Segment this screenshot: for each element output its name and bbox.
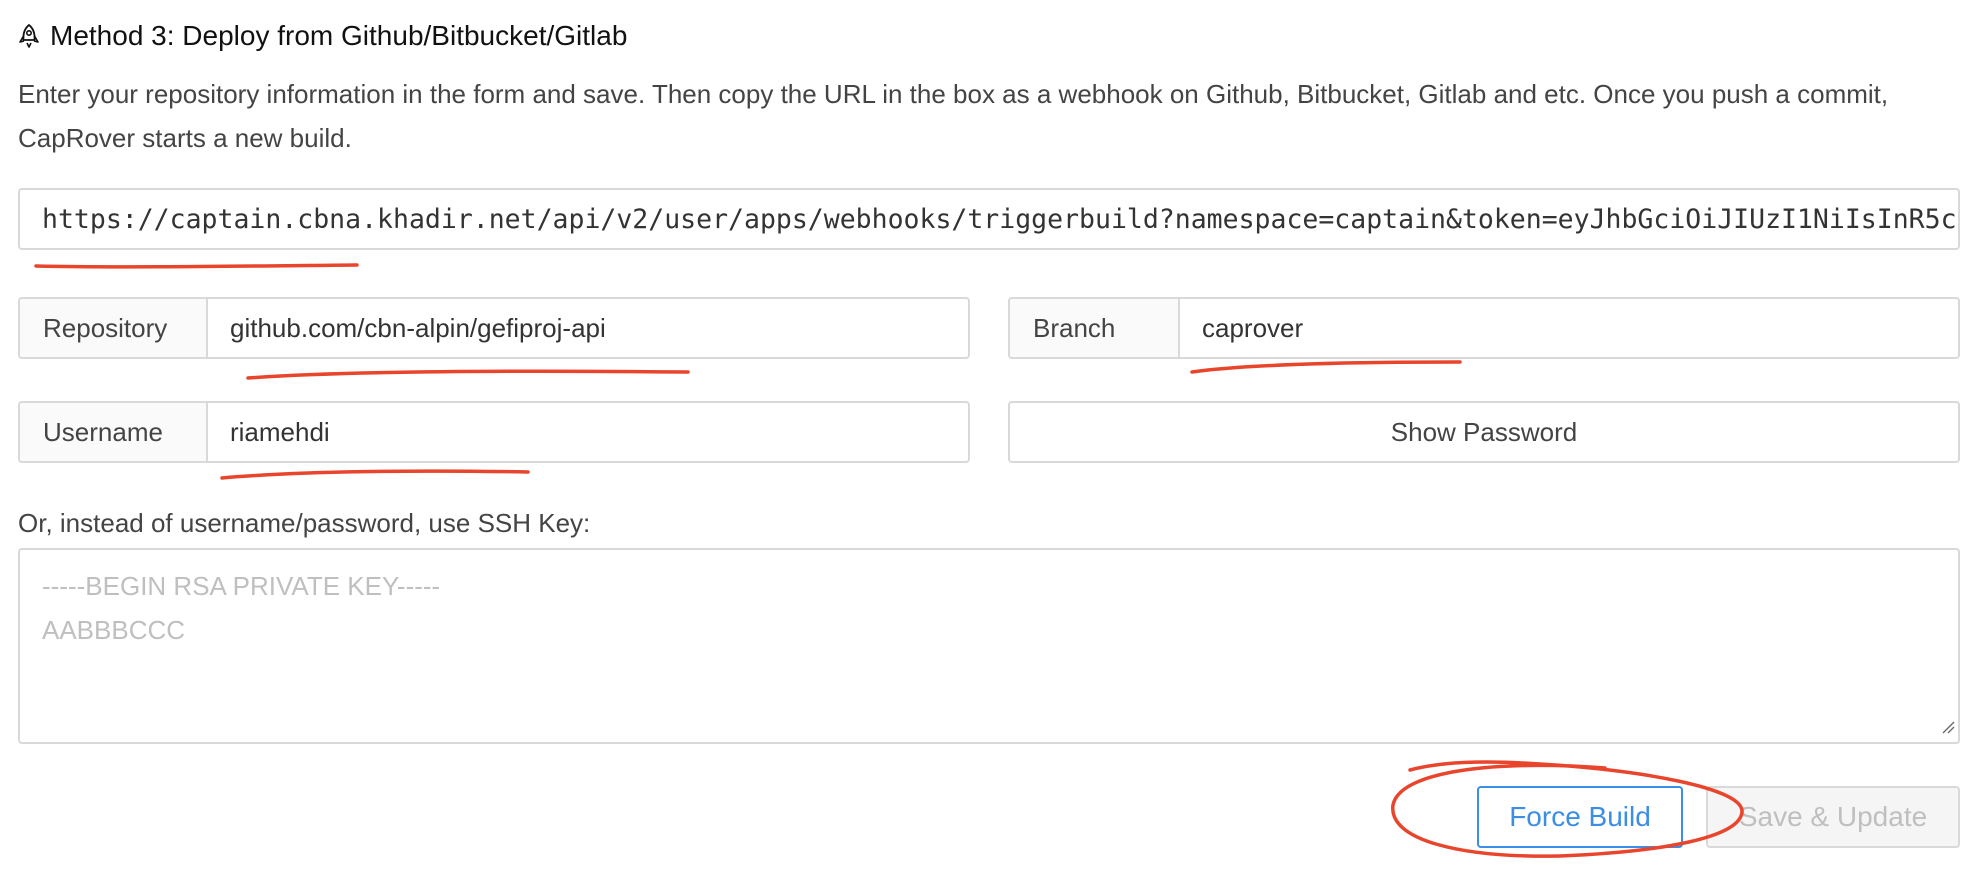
username-input[interactable]: riamehdi <box>208 403 968 461</box>
username-input-group: Username riamehdi <box>18 401 970 463</box>
deploy-method-panel: Method 3: Deploy from Github/Bitbucket/G… <box>0 0 1986 876</box>
rocket-icon <box>18 23 40 49</box>
repository-input-group: Repository github.com/cbn-alpin/gefiproj… <box>18 297 970 359</box>
underline-branch <box>1190 360 1462 374</box>
resize-grip-icon[interactable] <box>1941 720 1955 739</box>
repository-label: Repository <box>20 299 208 357</box>
underline-webhook-url <box>34 263 359 269</box>
section-header: Method 3: Deploy from Github/Bitbucket/G… <box>18 16 627 56</box>
branch-input[interactable]: caprover <box>1180 299 1958 357</box>
save-update-button[interactable]: Save & Update <box>1706 786 1960 848</box>
underline-username <box>220 469 530 480</box>
branch-label: Branch <box>1010 299 1180 357</box>
ssh-key-placeholder: -----BEGIN RSA PRIVATE KEY----- AABBBCCC <box>42 571 441 645</box>
underline-repository <box>246 369 690 380</box>
show-password-button[interactable]: Show Password <box>1008 401 1960 463</box>
force-build-button[interactable]: Force Build <box>1477 786 1683 848</box>
section-description: Enter your repository information in the… <box>18 79 1889 153</box>
branch-input-group: Branch caprover <box>1008 297 1960 359</box>
repository-input[interactable]: github.com/cbn-alpin/gefiproj-api <box>208 299 968 357</box>
username-label: Username <box>20 403 208 461</box>
ssh-key-textarea[interactable]: -----BEGIN RSA PRIVATE KEY----- AABBBCCC <box>18 548 1960 744</box>
webhook-url-field[interactable]: https://captain.cbna.khadir.net/api/v2/u… <box>18 188 1960 250</box>
webhook-url-text: https://captain.cbna.khadir.net/api/v2/u… <box>42 203 1960 235</box>
section-title: Method 3: Deploy from Github/Bitbucket/G… <box>50 20 628 51</box>
ssh-key-label: Or, instead of username/password, use SS… <box>18 508 591 538</box>
